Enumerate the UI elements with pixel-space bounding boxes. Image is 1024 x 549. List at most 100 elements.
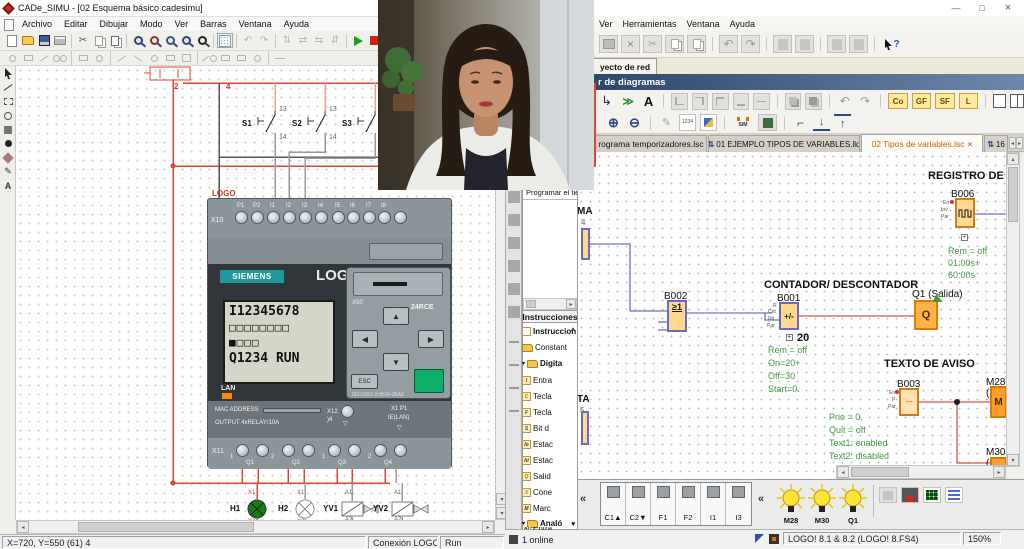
text-tool[interactable]: A	[1, 179, 15, 192]
online-test-icon[interactable]	[758, 114, 777, 131]
zoom-extents-button[interactable]	[130, 33, 146, 48]
plc-left-button[interactable]: ◀	[352, 330, 378, 348]
menu-herramientas[interactable]: Herramientas	[623, 19, 677, 29]
block-b006-datalog[interactable]	[955, 198, 975, 228]
layout-icon[interactable]	[879, 487, 897, 503]
connect-blocks-icon[interactable]: ≫	[619, 92, 636, 110]
align-left-icon[interactable]	[671, 93, 687, 110]
scroll-right-button[interactable]: ▸	[993, 466, 1005, 478]
plc-right-button[interactable]: ▶	[418, 330, 444, 348]
tab-tipos-de-variables-active[interactable]: 02 Tipos de variables.lsc ×	[861, 134, 983, 152]
menu-ver[interactable]: Ver	[175, 19, 189, 29]
expand-icon[interactable]: +	[786, 334, 793, 341]
block-m28-marker[interactable]: M	[990, 386, 1006, 418]
copy-button[interactable]	[91, 33, 107, 48]
plc-up-button[interactable]: ▲	[383, 307, 409, 325]
dock-icon[interactable]	[508, 306, 520, 318]
menu-editar[interactable]: Editar	[64, 19, 88, 29]
component-icon-13[interactable]	[217, 51, 233, 66]
dock-icon[interactable]	[508, 214, 520, 226]
minimize-button[interactable]: —	[947, 1, 965, 14]
block-q1-output[interactable]: Q	[914, 300, 938, 330]
component-icon-6[interactable]	[91, 51, 107, 66]
convert-icon[interactable]	[827, 35, 846, 53]
mirror-h-icon[interactable]: ⇆	[311, 33, 327, 48]
stop-sim-icon[interactable]	[901, 487, 919, 503]
split-window-button[interactable]	[1010, 94, 1024, 108]
menu-barras[interactable]: Barras	[200, 19, 227, 29]
zoom-select-button[interactable]	[194, 33, 210, 48]
menu-ventana[interactable]: Ventana	[687, 19, 720, 29]
expand-icon[interactable]: +	[961, 234, 968, 241]
tab-close-icon[interactable]: ×	[968, 139, 973, 149]
undo-icon[interactable]: ↶	[719, 35, 738, 53]
sim-switch-i3[interactable]: I3	[726, 483, 751, 525]
menu-ver[interactable]: Ver	[599, 19, 613, 29]
menu-ayuda[interactable]: Ayuda	[284, 19, 309, 29]
tree-item-conector[interactable]: XCone	[522, 485, 577, 500]
partial-block-a[interactable]	[581, 228, 590, 260]
tree-item-estado-hi[interactable]: hiEstac	[522, 453, 577, 468]
bring-front-icon[interactable]	[785, 93, 801, 110]
sim-switch-f2[interactable]: F2	[676, 483, 701, 525]
close-button[interactable]: ×	[999, 1, 1017, 14]
tab-scroll-left[interactable]: ◂	[1009, 137, 1016, 149]
connector-tool-icon[interactable]: ↳	[598, 92, 615, 110]
scroll-left-button[interactable]: ◂	[837, 466, 849, 478]
dock-icon[interactable]	[508, 191, 520, 203]
grid-toggle-button[interactable]	[217, 33, 233, 48]
component-icon-12[interactable]	[201, 51, 217, 66]
scroll-up-button[interactable]: ▴	[1007, 153, 1019, 165]
page-next-icon[interactable]	[795, 35, 814, 53]
sim-switch-i1[interactable]: I1	[701, 483, 726, 525]
collapse-chevrons[interactable]: «	[758, 493, 764, 505]
distribute-h-icon[interactable]	[753, 93, 769, 110]
zoom-out-icon[interactable]: ⊖	[626, 114, 643, 131]
new-file-button[interactable]	[4, 33, 20, 48]
zoom-in-icon[interactable]: ⊕	[605, 114, 622, 131]
filled-rect-tool[interactable]	[1, 123, 15, 136]
green-grid-icon[interactable]	[923, 487, 941, 503]
tree-item-entrada-analogica[interactable]: AIEntra	[522, 527, 577, 530]
special-functions-button[interactable]: SF	[935, 93, 954, 109]
save-button[interactable]	[36, 33, 52, 48]
tree-item-bit-registro[interactable]: SBit d	[522, 421, 577, 436]
tree-scroll-up[interactable]: ^	[571, 328, 575, 335]
open-file-button[interactable]	[20, 33, 36, 48]
plc-start-button[interactable]	[414, 369, 444, 393]
filled-circle-tool[interactable]	[1, 137, 15, 150]
tree-folder-constantes[interactable]: Constant	[522, 340, 577, 355]
copy-icon[interactable]	[665, 35, 684, 53]
page-prev-icon[interactable]	[773, 35, 792, 53]
menu-ayuda[interactable]: Ayuda	[730, 19, 755, 29]
tree-item-salida[interactable]: QSalid	[522, 469, 577, 484]
component-icon-14[interactable]	[233, 51, 249, 66]
fbd-hscrollbar[interactable]: ◂ ▸	[836, 465, 1006, 479]
expand-arrow[interactable]: ▾	[522, 520, 525, 527]
zoom-in-button[interactable]	[178, 33, 194, 48]
paste-icon[interactable]	[687, 35, 706, 53]
align-right-icon[interactable]	[692, 93, 708, 110]
mirror-v-icon[interactable]: ⇵	[327, 33, 343, 48]
tree-folder-digital[interactable]: ▾Digita	[522, 356, 577, 371]
menu-ventana[interactable]: Ventana	[239, 19, 272, 29]
panel-hscrollbar[interactable]: ▸	[523, 298, 577, 310]
tab-scroll-right[interactable]: ▸	[1016, 137, 1023, 149]
rotate-left-icon[interactable]: ⇅	[279, 33, 295, 48]
component-icon-16[interactable]	[272, 51, 288, 66]
single-window-button[interactable]	[993, 94, 1007, 108]
paste-button[interactable]	[107, 33, 123, 48]
block-b002-or[interactable]: ≥1	[667, 300, 687, 332]
sim-switch-f1[interactable]: F1	[651, 483, 676, 525]
collapse-chevrons[interactable]: «	[580, 493, 586, 505]
undo-icon[interactable]: ↶	[837, 93, 853, 110]
convert2-icon[interactable]	[849, 35, 868, 53]
select-tool[interactable]	[1, 67, 15, 80]
simulation-play-button[interactable]	[350, 33, 366, 48]
print-button[interactable]	[52, 33, 68, 48]
scroll-down-button[interactable]: ▾	[1007, 454, 1019, 466]
scroll-right-button[interactable]: ▸	[482, 521, 494, 533]
plc-down-button[interactable]: ▼	[383, 353, 409, 371]
component-icon-4[interactable]	[52, 51, 68, 66]
component-icon-8[interactable]	[130, 51, 146, 66]
